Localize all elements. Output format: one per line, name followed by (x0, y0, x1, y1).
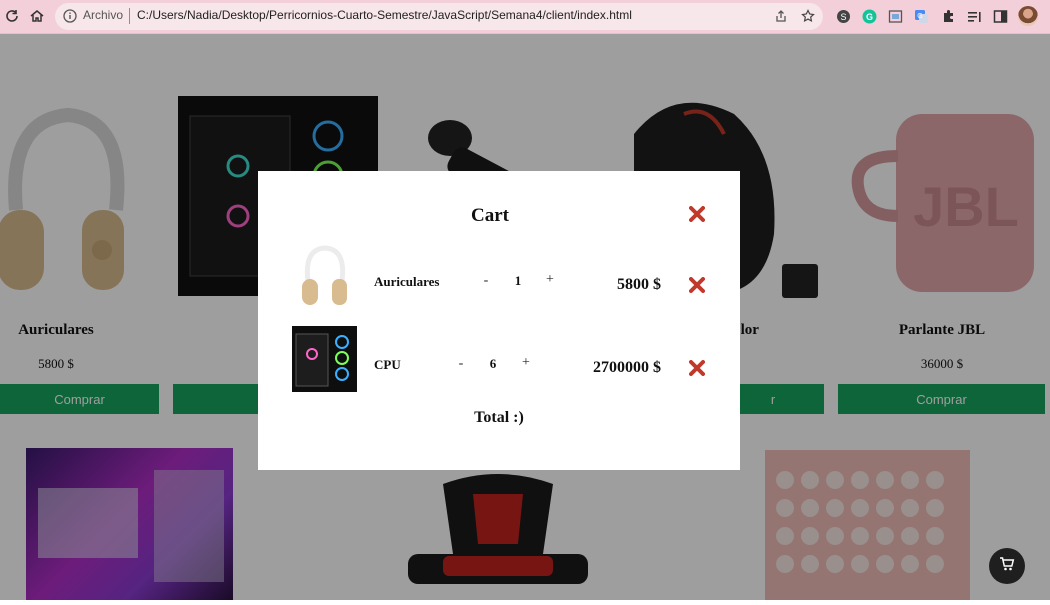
grammarly-extension-icon[interactable]: G (861, 8, 877, 24)
url-text[interactable]: C:/Users/Nadia/Desktop/Perricornios-Cuar… (137, 8, 632, 22)
home-icon[interactable] (27, 6, 47, 26)
translate-extension-icon[interactable]: G (913, 8, 929, 24)
svg-text:G: G (917, 13, 922, 20)
cart-item-price: 5800 $ (617, 276, 661, 293)
cart-modal: Cart Auriculares - 1 + 5800 $ CPU - 6 + … (258, 171, 740, 470)
cart-item-name: CPU (374, 357, 401, 372)
address-divider (129, 8, 130, 24)
reload-icon[interactable] (2, 6, 22, 26)
svg-text:S: S (840, 12, 846, 22)
cart-total: Total :) (474, 409, 524, 426)
cart-item-name: Auriculares (374, 274, 440, 289)
address-bar[interactable]: Archivo C:/Users/Nadia/Desktop/Perricorn… (55, 3, 823, 30)
decrease-quantity-button[interactable]: - (479, 273, 493, 289)
delete-item-icon[interactable] (689, 360, 705, 376)
skype-extension-icon[interactable]: S (835, 8, 851, 24)
increase-quantity-button[interactable]: + (519, 355, 533, 371)
browser-toolbar: Archivo C:/Users/Nadia/Desktop/Perricorn… (0, 0, 1050, 34)
cart-item-thumbnail (302, 245, 348, 307)
scheme-label: Archivo (83, 8, 124, 22)
svg-text:G: G (865, 12, 872, 22)
delete-item-icon[interactable] (689, 277, 705, 293)
cart-item-quantity: 1 (514, 273, 522, 288)
cart-title: Cart (471, 205, 509, 226)
share-icon[interactable] (773, 8, 789, 24)
info-icon[interactable] (63, 9, 77, 23)
side-panel-icon[interactable] (992, 8, 1008, 24)
cart-icon (999, 556, 1015, 577)
extensions-puzzle-icon[interactable] (940, 8, 956, 24)
bookmark-star-icon[interactable] (800, 8, 816, 24)
cart-item-price: 2700000 $ (593, 359, 661, 376)
reading-list-icon[interactable] (966, 8, 982, 24)
decrease-quantity-button[interactable]: - (454, 356, 468, 372)
profile-avatar[interactable] (1018, 6, 1038, 26)
screenshot-extension-icon[interactable] (887, 8, 903, 24)
cart-item-quantity: 6 (489, 356, 497, 371)
cart-item-thumbnail (292, 326, 357, 392)
cart-button[interactable] (989, 548, 1025, 584)
close-icon[interactable] (689, 206, 705, 222)
